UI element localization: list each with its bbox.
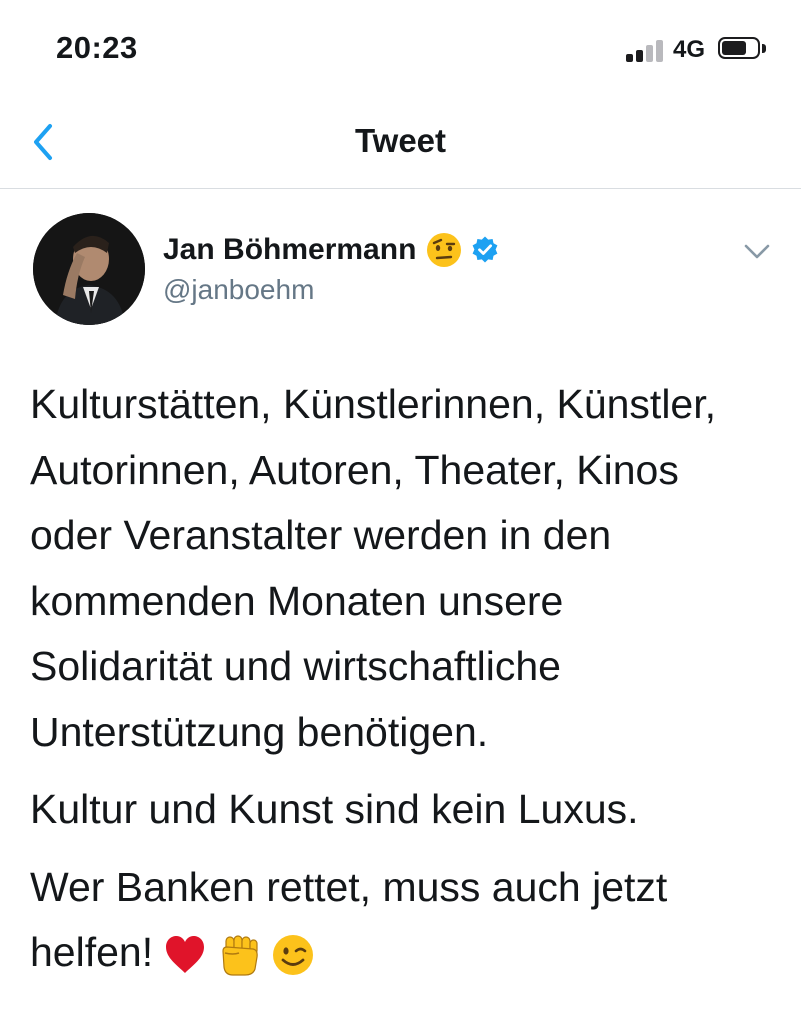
battery-icon [718,37,760,59]
red-heart-emoji-icon [166,936,205,974]
raised-eyebrow-emoji-icon [427,233,462,267]
battery-cap [762,44,766,53]
raised-fist-emoji-icon [222,935,258,976]
verified-badge-icon [472,236,498,263]
tweet-options-button[interactable] [740,240,774,264]
winking-face-emoji-icon [273,935,314,976]
tweet-emojis [163,933,325,977]
network-type: 4G [673,36,706,63]
tweet-paragraph: Kulturstätten, Künstlerinnen, Künstler, … [30,381,717,755]
avatar[interactable] [33,213,145,325]
tweet-paragraph-text: Wer Banken rettet, muss auch jetzt helfe… [30,863,668,976]
status-time: 20:23 [56,30,138,65]
tweet-paragraph: Kultur und Kunst sind kein Luxus. [30,786,639,832]
page-title: Tweet [354,122,447,159]
nav-bar: Tweet [0,100,801,189]
tweet-text: Kulturstätten, Künstlerinnen, Künstler, … [30,372,780,998]
avatar-photo [33,213,145,325]
tweet-paragraph-last: Wer Banken rettet, muss auch jetzt helfe… [30,855,780,986]
status-bar: 20:23 4G [0,0,801,100]
author-handle[interactable]: @janboehm [163,274,314,306]
author-display-name[interactable]: Jan Böhmermann [163,233,416,267]
chevron-down-icon [744,244,770,259]
signal-icon [626,38,670,62]
author-name-row[interactable]: Jan Böhmermann [163,228,500,272]
